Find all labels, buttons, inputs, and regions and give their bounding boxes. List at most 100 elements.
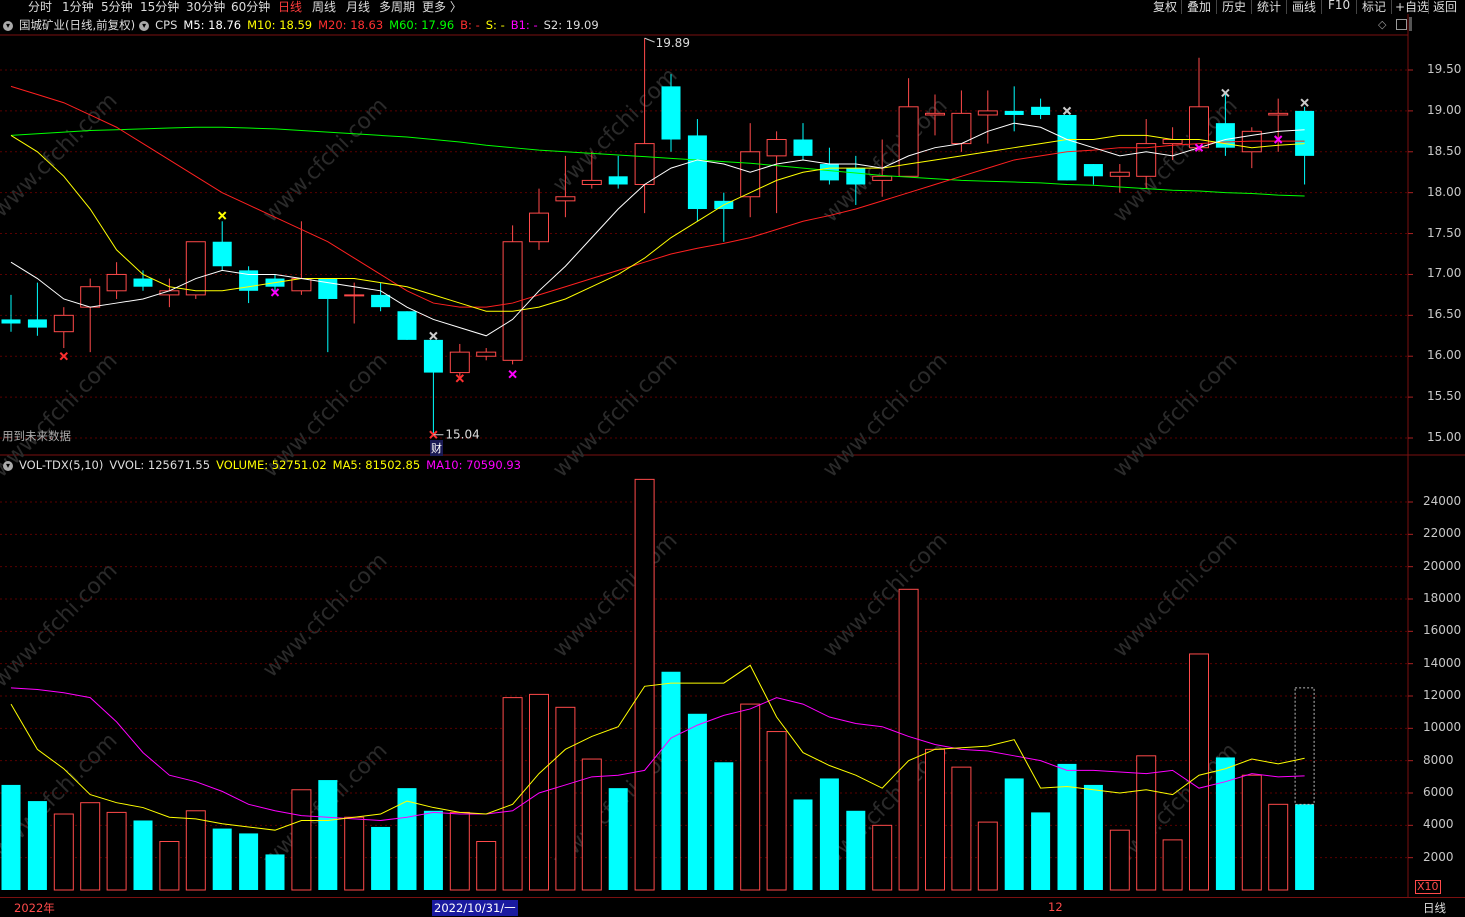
volume-tick-label: 14000 — [1423, 655, 1462, 670]
candle-body-up — [291, 278, 312, 292]
candle-body-up — [1162, 139, 1183, 145]
volume-bar-up — [898, 588, 919, 891]
candle-body-up — [106, 273, 127, 292]
main-indicator-row: ▾ 国城矿业(日线,前复权) ▾ CPS M5: 18.76 M10: 18.59 M20:… — [3, 17, 605, 33]
volume-tick-label: 8000 — [1423, 752, 1454, 767]
volume-bar-up — [740, 703, 761, 891]
cai-badge[interactable]: 财 — [430, 440, 443, 456]
candle-body-down — [1295, 110, 1315, 156]
watermark-text: www.cfchi.com — [258, 548, 392, 682]
volume-tick-label: 4000 — [1423, 817, 1454, 832]
high-price-label: 19.89 — [656, 36, 690, 50]
s2-value: S2: 19.09 — [543, 18, 599, 32]
volume-bar-down — [1215, 757, 1235, 890]
vvol-value: VVOL: 125671.55 — [109, 458, 211, 472]
candle-body-up — [1189, 106, 1209, 149]
volume-bar-down — [661, 671, 681, 890]
volume-bar-down — [265, 854, 285, 890]
watermark-text: www.cfchi.com — [258, 93, 392, 227]
volume-bar-up — [766, 731, 787, 891]
candle-body-up — [80, 286, 101, 308]
volume-bar-down — [318, 780, 338, 890]
candle-body-down — [371, 294, 391, 308]
volume-bar-down — [608, 788, 628, 890]
volume-bar-down — [1057, 763, 1077, 890]
volume-tick-label: 22000 — [1423, 526, 1462, 541]
right-scroll-marker — [1409, 17, 1412, 31]
volume-bar-up — [555, 706, 576, 891]
price-tick-label: 15.00 — [1427, 430, 1462, 444]
candle-body-up — [925, 112, 945, 116]
volume-bar-up — [53, 813, 74, 891]
volume-bar-up — [1241, 774, 1262, 891]
volume-bar-up — [344, 816, 365, 891]
watermark-text: www.cfchi.com — [548, 348, 682, 482]
watermark-text: www.cfchi.com — [0, 558, 123, 692]
watermark-text: www.cfchi.com — [818, 528, 952, 662]
watermark-text: www.cfchi.com — [548, 528, 682, 662]
low-price-label: 15.04 — [445, 428, 479, 442]
candle-body-down — [397, 311, 417, 340]
volume-bar-up — [1189, 653, 1209, 891]
candle-body-down — [1004, 110, 1024, 115]
volume-bar-up — [1162, 839, 1183, 891]
volume-bar-down — [212, 828, 232, 890]
vol-ma10-line — [10, 687, 1305, 821]
s-value: S: - — [485, 18, 505, 32]
volume-bar-up — [80, 802, 101, 891]
price-tick-label: 19.50 — [1427, 62, 1462, 76]
volume-bar-up — [476, 841, 497, 891]
period-label: 日线 — [1423, 901, 1446, 915]
candle-body-down — [661, 86, 681, 140]
candle-body-up — [185, 241, 206, 296]
volume-bar-up — [1109, 829, 1130, 891]
chevron-down-icon[interactable]: ▾ — [3, 20, 13, 31]
candle-body-down — [793, 139, 813, 156]
volume-tick-label: 16000 — [1423, 623, 1462, 638]
price-tick-label: 17.00 — [1427, 266, 1462, 281]
high-pointer — [644, 37, 655, 43]
candle-body-up — [898, 106, 919, 177]
volume-bar-up — [1136, 755, 1157, 891]
diamond-icon[interactable]: ◇ — [1378, 18, 1386, 31]
stock-title: 国城矿业(日线,前复权) — [19, 18, 136, 32]
volume-bar-down — [687, 713, 707, 890]
volume-bar-up — [634, 478, 655, 891]
m5-line — [10, 122, 1305, 337]
candle-body-down — [819, 164, 839, 181]
cursor-date-label: 2022/10/31/一 — [432, 900, 518, 916]
candle-body-down — [1031, 106, 1051, 115]
price-tick-label: 16.50 — [1427, 307, 1462, 322]
volume-tick-label: 6000 — [1423, 785, 1454, 799]
time-axis-bar: 2022年 2022/10/31/一 12 日线 — [0, 897, 1465, 917]
volume-value: VOLUME: 52751.02 — [216, 458, 327, 472]
candle-body-down — [212, 241, 232, 267]
volume-bar-up — [449, 811, 470, 891]
x10-label: X10 — [1415, 880, 1441, 894]
m60-value: M60: 17.96 — [389, 18, 455, 32]
volume-bar-down — [1083, 784, 1103, 890]
window-toggle-icon[interactable] — [1396, 19, 1407, 30]
vol-indicator-name: VOL-TDX(5,10) — [19, 458, 104, 472]
volume-tick-label: 24000 — [1423, 494, 1462, 508]
volume-bar-down — [714, 762, 734, 890]
candle-body-down — [687, 135, 707, 210]
m10-value: M10: 18.59 — [247, 18, 313, 32]
volume-tick-label: 12000 — [1423, 688, 1462, 702]
chevron-down-icon[interactable]: ▾ — [139, 20, 150, 31]
candle-body-up — [555, 196, 576, 202]
vvol-dashed-box — [1294, 687, 1315, 805]
chevron-down-icon[interactable]: ▾ — [3, 460, 13, 471]
candle-body-up — [766, 139, 787, 157]
volume-bar-down — [423, 810, 443, 890]
volume-bar-down — [793, 799, 813, 890]
candle-body-down — [846, 168, 866, 185]
future-data-note: 用到未来数据 — [2, 429, 71, 443]
candle-body-up — [476, 351, 497, 357]
volume-bar-up — [502, 697, 523, 891]
candle-body-up — [581, 179, 602, 185]
volume-bar-up — [977, 821, 998, 891]
watermark-text: www.cfchi.com — [818, 348, 952, 482]
m5-value: M5: 18.76 — [183, 18, 242, 32]
candle-body-down — [423, 339, 443, 373]
